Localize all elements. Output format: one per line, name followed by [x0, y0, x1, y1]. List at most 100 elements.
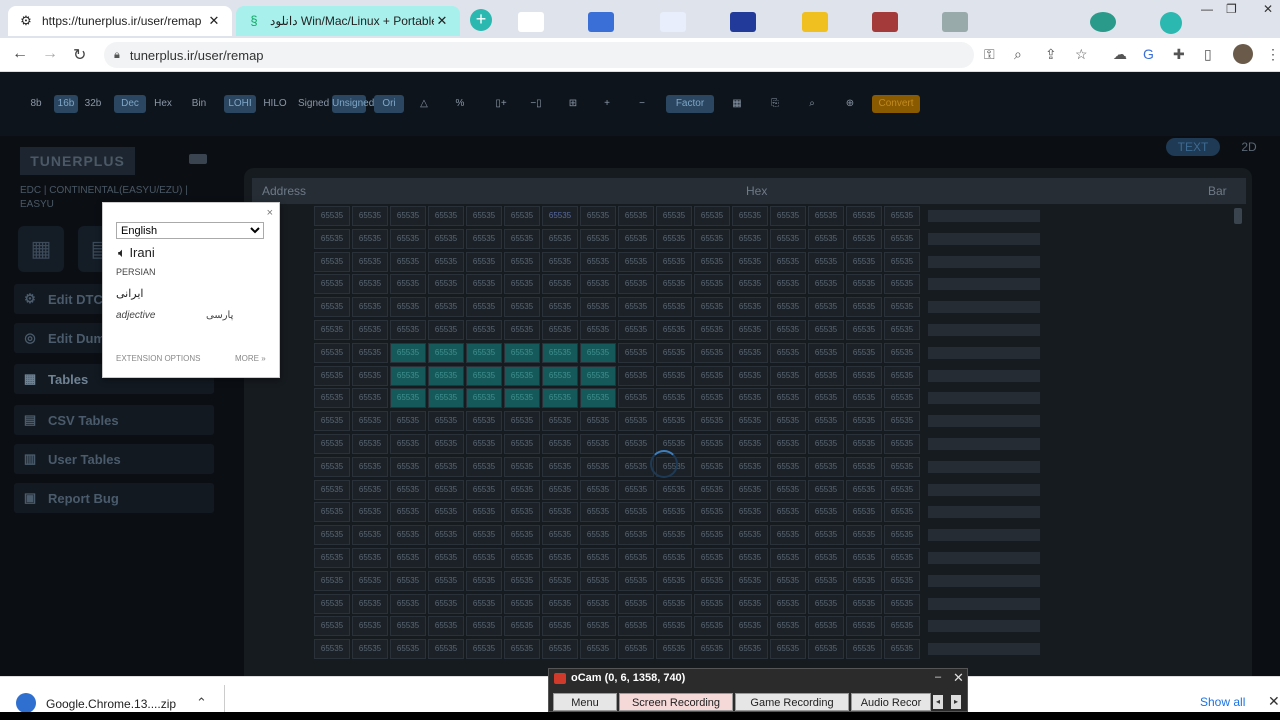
hex-cell[interactable]: 65535: [504, 320, 540, 340]
hex-cell[interactable]: 65535: [884, 228, 920, 249]
hex-cell[interactable]: 65535: [808, 548, 844, 568]
hex-cell[interactable]: 65535: [694, 593, 730, 614]
scrollbar[interactable]: [1234, 208, 1242, 224]
hex-cell[interactable]: 65535: [390, 616, 426, 637]
hex-cell[interactable]: 65535: [884, 502, 920, 523]
hex-cell[interactable]: 65535: [428, 206, 464, 226]
toolbar-button[interactable]: ▯+: [486, 95, 516, 113]
hex-cell[interactable]: 65535: [314, 411, 350, 432]
hex-cell[interactable]: 65535: [314, 593, 350, 614]
hex-cell[interactable]: 65535: [542, 639, 578, 660]
hex-cell[interactable]: 65535: [770, 342, 806, 363]
hex-cell[interactable]: 65535: [390, 251, 426, 272]
hex-cell[interactable]: 65535: [808, 228, 844, 249]
close-download-bar-icon[interactable]: ✕: [1268, 693, 1280, 710]
hex-cell[interactable]: 65535: [656, 593, 692, 614]
hex-cell[interactable]: 65535: [466, 251, 502, 272]
hex-cell[interactable]: 65535: [314, 616, 350, 637]
hex-cell[interactable]: 65535: [732, 570, 768, 591]
hex-cell[interactable]: 65535: [808, 593, 844, 614]
close-window-icon[interactable]: ✕: [1263, 2, 1273, 16]
hex-cell[interactable]: 65535: [466, 525, 502, 546]
hex-cell[interactable]: 65535: [770, 411, 806, 432]
hex-cell[interactable]: 65535: [352, 479, 388, 500]
hex-cell[interactable]: 65535: [428, 502, 464, 523]
hex-cell[interactable]: 65535: [846, 570, 882, 591]
zoom-icon[interactable]: ⌕: [1014, 46, 1022, 63]
toolbar-button[interactable]: Unsigned: [332, 95, 374, 113]
hex-cell[interactable]: 65535: [770, 228, 806, 249]
hex-cell[interactable]: 65535: [428, 411, 464, 432]
hex-cell[interactable]: 65535: [466, 639, 502, 660]
download-file-name[interactable]: Google.Chrome.13....zip: [46, 697, 176, 711]
hex-cell[interactable]: 65535: [428, 251, 464, 272]
hex-cell[interactable]: 65535: [884, 365, 920, 386]
toolbar-button[interactable]: Signed: [298, 95, 329, 113]
sidebar-item-user-tables[interactable]: ▥ User Tables: [14, 444, 214, 474]
hex-cell[interactable]: 65535: [770, 297, 806, 318]
hex-cell[interactable]: 65535: [352, 525, 388, 546]
hex-cell[interactable]: 65535: [466, 365, 502, 386]
hex-cell[interactable]: 65535: [808, 206, 844, 226]
hex-cell[interactable]: 65535: [884, 616, 920, 637]
hex-cell[interactable]: 65535: [542, 456, 578, 477]
toolbar-button[interactable]: −▯: [522, 95, 550, 113]
hex-cell[interactable]: 65535: [884, 274, 920, 295]
hex-cell[interactable]: 65535: [390, 548, 426, 568]
hex-cell[interactable]: 65535: [504, 502, 540, 523]
hex-cell[interactable]: 65535: [732, 548, 768, 568]
hex-cell[interactable]: 65535: [466, 297, 502, 318]
hex-cell[interactable]: 65535: [314, 388, 350, 409]
hex-cell[interactable]: 65535: [694, 342, 730, 363]
hex-cell[interactable]: 65535: [694, 434, 730, 454]
hex-cell[interactable]: 65535: [580, 388, 616, 409]
hex-cell[interactable]: 65535: [656, 297, 692, 318]
hex-cell[interactable]: 65535: [770, 616, 806, 637]
hex-cell[interactable]: 65535: [314, 342, 350, 363]
minimized-tab[interactable]: [1090, 12, 1116, 32]
hex-cell[interactable]: 65535: [352, 228, 388, 249]
hex-cell[interactable]: 65535: [884, 639, 920, 660]
hex-cell[interactable]: 65535: [314, 525, 350, 546]
hex-cell[interactable]: 65535: [352, 274, 388, 295]
hex-cell[interactable]: 65535: [390, 320, 426, 340]
hex-cell[interactable]: 65535: [884, 456, 920, 477]
hex-cell[interactable]: 65535: [390, 365, 426, 386]
hex-cell[interactable]: 65535: [770, 479, 806, 500]
language-select[interactable]: English: [116, 222, 264, 239]
hex-cell[interactable]: 65535: [694, 388, 730, 409]
hex-cell[interactable]: 65535: [542, 228, 578, 249]
hex-cell[interactable]: 65535: [314, 456, 350, 477]
hex-cell[interactable]: 65535: [656, 342, 692, 363]
hex-cell[interactable]: 65535: [770, 365, 806, 386]
hex-cell[interactable]: 65535: [808, 570, 844, 591]
hex-cell[interactable]: 65535: [884, 251, 920, 272]
hex-cell[interactable]: 65535: [542, 206, 578, 226]
toolbar-button[interactable]: Factor: [666, 95, 714, 113]
hex-cell[interactable]: 65535: [846, 502, 882, 523]
hex-cell[interactable]: 65535: [314, 274, 350, 295]
hex-cell[interactable]: 65535: [732, 320, 768, 340]
hex-cell[interactable]: 65535: [808, 297, 844, 318]
hex-cell[interactable]: 65535: [732, 479, 768, 500]
hex-cell[interactable]: 65535: [352, 206, 388, 226]
toolbar-button[interactable]: 16b: [54, 95, 78, 113]
hex-cell[interactable]: 65535: [352, 365, 388, 386]
hex-cell[interactable]: 65535: [694, 502, 730, 523]
hex-cell[interactable]: 65535: [542, 274, 578, 295]
bookmark-star-icon[interactable]: ☆: [1075, 46, 1088, 63]
hex-cell[interactable]: 65535: [542, 411, 578, 432]
hex-cell[interactable]: 65535: [694, 411, 730, 432]
hex-cell[interactable]: 65535: [884, 297, 920, 318]
hex-cell[interactable]: 65535: [390, 639, 426, 660]
forward-icon[interactable]: →: [42, 45, 58, 63]
extension-cloud-icon[interactable]: ☁: [1113, 46, 1127, 63]
hex-cell[interactable]: 65535: [618, 570, 654, 591]
hex-cell[interactable]: 65535: [428, 388, 464, 409]
hex-cell[interactable]: 65535: [618, 434, 654, 454]
hex-cell[interactable]: 65535: [732, 297, 768, 318]
hex-cell[interactable]: 65535: [846, 365, 882, 386]
toolbar-button[interactable]: +: [598, 95, 616, 113]
hex-cell[interactable]: 65535: [656, 320, 692, 340]
hex-cell[interactable]: 65535: [618, 639, 654, 660]
